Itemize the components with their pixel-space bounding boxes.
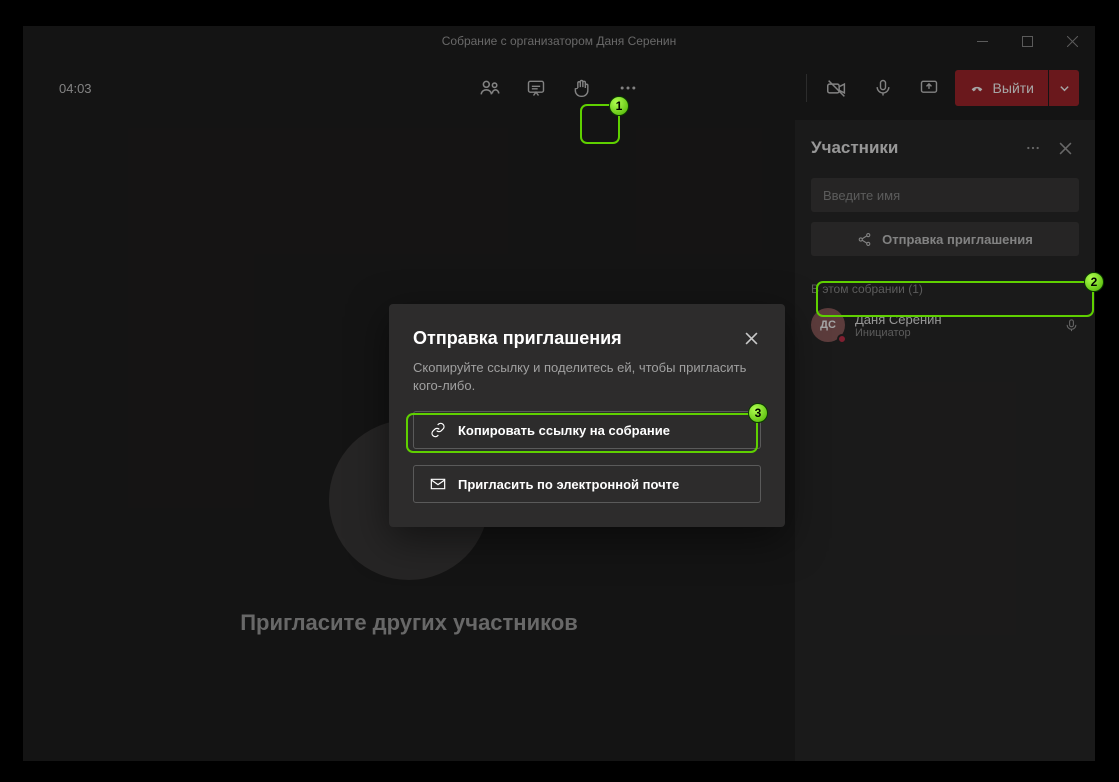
modal-title: Отправка приглашения [413,328,741,349]
email-invite-button[interactable]: Пригласить по электронной почте [413,465,761,503]
search-participant-input[interactable] [811,178,1079,212]
app-window: Собрание с организатором Даня Серенин 04… [23,26,1095,761]
leave-button[interactable]: Выйти [955,70,1048,106]
link-icon [430,422,446,438]
panel-close-button[interactable] [1051,134,1079,162]
modal-header: Отправка приглашения [413,328,761,349]
modal-subtitle: Скопируйте ссылку и поделитесь ей, чтобы… [413,359,761,395]
window-title: Собрание с организатором Даня Серенин [442,34,676,48]
meeting-timer: 04:03 [59,81,92,96]
invite-others-heading: Пригласите других участников [240,610,578,636]
close-window-button[interactable] [1050,26,1095,56]
avatar-initials: ДС [820,319,836,331]
participant-info: Даня Серенин Инициатор [855,312,1054,339]
participants-panel: Участники Отправка приглашения [795,120,1095,761]
panel-more-button[interactable] [1019,134,1047,162]
share-invite-button[interactable]: Отправка приглашения [811,222,1079,256]
modal-close-button[interactable] [741,328,761,348]
share-icon [857,232,872,247]
microphone-button[interactable] [863,68,903,108]
section-in-meeting: В этом собрании (1) [811,282,1079,296]
share-invite-modal: Отправка приглашения Скопируйте ссылку и… [389,304,785,527]
chat-button[interactable] [516,68,556,108]
presence-indicator [837,334,847,344]
share-screen-button[interactable] [909,68,949,108]
toolbar-center [470,68,648,108]
participant-row[interactable]: ДС Даня Серенин Инициатор [811,308,1079,342]
leave-label: Выйти [993,80,1034,96]
window-controls [960,26,1095,56]
participants-button[interactable] [470,68,510,108]
share-invite-label: Отправка приглашения [882,232,1033,247]
panel-title: Участники [811,138,1019,158]
leave-button-group: Выйти [955,70,1079,106]
copy-link-label: Копировать ссылку на собрание [458,423,670,438]
raise-hand-button[interactable] [562,68,602,108]
maximize-button[interactable] [1005,26,1050,56]
participant-role: Инициатор [855,327,1054,339]
panel-header-actions [1019,134,1079,162]
meeting-toolbar: 04:03 [23,56,1095,120]
camera-button[interactable] [817,68,857,108]
leave-dropdown-button[interactable] [1049,70,1079,106]
toolbar-right: Выйти [802,68,1079,108]
email-invite-label: Пригласить по электронной почте [458,477,679,492]
toolbar-separator [806,74,807,102]
participant-name: Даня Серенин [855,312,1054,327]
participant-mic-icon [1064,318,1079,333]
minimize-button[interactable] [960,26,1005,56]
copy-meeting-link-button[interactable]: Копировать ссылку на собрание [413,411,761,449]
title-bar: Собрание с организатором Даня Серенин [23,26,1095,56]
more-actions-button[interactable] [608,68,648,108]
avatar: ДС [811,308,845,342]
panel-header: Участники [811,134,1079,162]
mail-icon [430,476,446,492]
